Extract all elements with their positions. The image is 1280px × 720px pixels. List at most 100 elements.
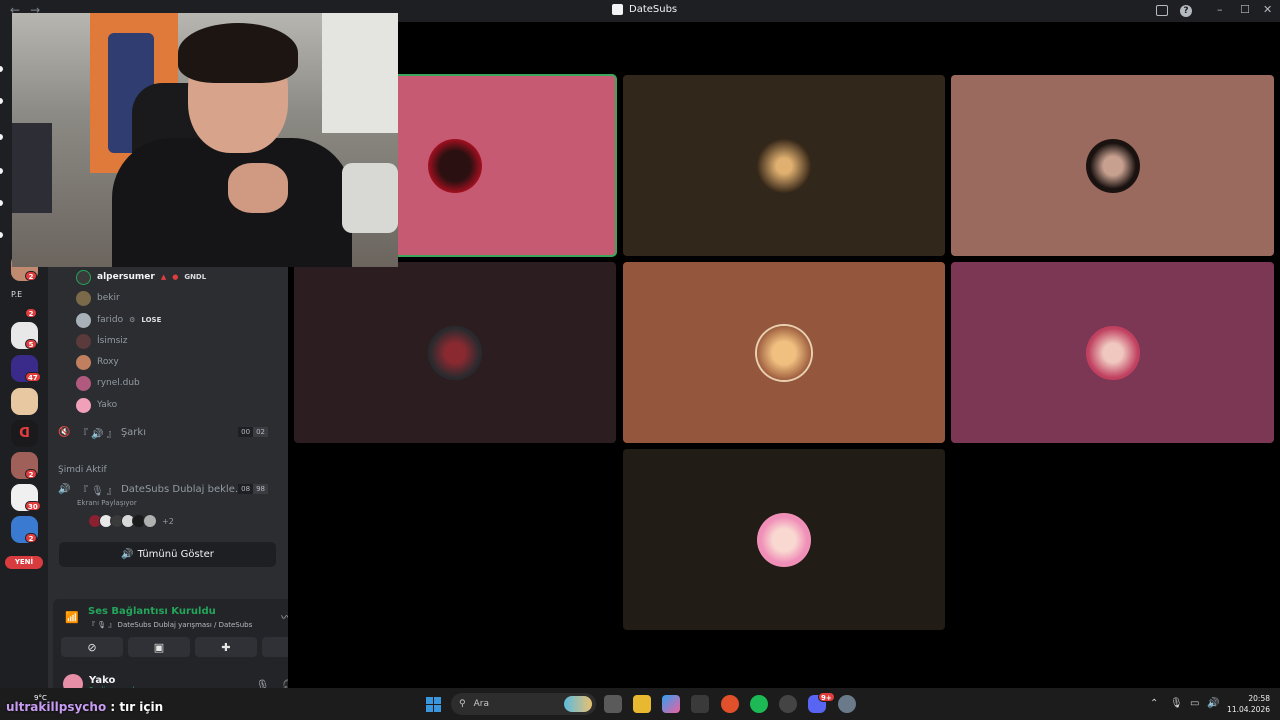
tray-volume-icon[interactable]: 🔊 [1207, 698, 1219, 709]
member-name: Yako [97, 400, 118, 410]
speaker-muted-icon: 🔇 [58, 427, 71, 438]
start-button[interactable] [426, 697, 441, 712]
app-logo-icon [612, 4, 623, 15]
voice-member[interactable]: Yako [76, 396, 117, 414]
tray-network-icon[interactable]: ▭ [1190, 698, 1199, 709]
avatar [76, 397, 91, 413]
member-name: İsimsiz [97, 336, 128, 346]
task-view-icon[interactable] [604, 695, 622, 713]
server-label-pe[interactable]: P.E [11, 290, 22, 299]
avatar [428, 325, 482, 380]
search-icon: ⚲ [459, 699, 466, 709]
server-indicator [0, 134, 3, 140]
server-indicator [0, 232, 3, 238]
voice-member[interactable]: bekir [76, 289, 120, 307]
clock-date: 11.04.2026 [1227, 705, 1270, 714]
server-badge: 2 [25, 271, 37, 281]
settings-icon[interactable] [838, 695, 856, 713]
server-badge: 5 [25, 339, 37, 349]
tray-chevron-icon[interactable]: ⌃ [1150, 698, 1158, 709]
count-limit: 02 [253, 427, 268, 437]
voice-status-title[interactable]: Ses Bağlantısı Kuruldu [88, 606, 216, 617]
server-icon[interactable]: ᗡ [11, 420, 38, 447]
avatar [76, 375, 91, 391]
taskbar-clock[interactable]: 20:58 11.04.2026 [1222, 693, 1270, 715]
server-indicator [0, 168, 3, 174]
streamer-webcam [12, 13, 398, 267]
minimize-button[interactable]: – [1217, 3, 1223, 16]
user-count: 00 02 [238, 427, 268, 437]
avatar [143, 514, 157, 528]
webcam-bag [342, 163, 398, 233]
server-badge: 2 [25, 308, 37, 318]
server-icon[interactable] [11, 388, 38, 415]
spotify-icon[interactable] [750, 695, 768, 713]
camera-off-icon: ⊘ [87, 640, 97, 654]
close-button[interactable]: ✕ [1263, 3, 1272, 16]
copilot-icon[interactable] [662, 695, 680, 713]
count-current: 08 [238, 484, 254, 494]
show-all-label: Tümünü Göster [137, 549, 214, 560]
server-badge: 2 [25, 469, 37, 479]
stream-chat-message: ultrakillpsycho : tır için [6, 700, 163, 714]
video-tile[interactable] [623, 75, 945, 256]
chat-separator: : [106, 700, 120, 714]
voice-member[interactable]: İsimsiz [76, 332, 128, 350]
avatar [76, 333, 91, 349]
activities-icon: ✚ [221, 640, 231, 654]
voice-member[interactable]: farido ⚙ LOSE [76, 311, 161, 329]
chat-text: tır için [119, 700, 164, 714]
app-title: DateSubs [612, 4, 677, 15]
member-name: alpersumer [97, 272, 155, 282]
screen-share-avatars[interactable]: +2 [88, 514, 174, 528]
server-badge: 30 [25, 501, 41, 511]
screen-share-icon: ▣ [153, 640, 165, 654]
signal-icon: 📶 [65, 611, 79, 624]
voice-channel-path[interactable]: 『 🎙 』 DateSubs Dublaj yarışması / DateSu… [88, 620, 252, 630]
window-title: DateSubs [629, 4, 678, 15]
search-highlight-icon [564, 696, 592, 712]
camera-off-button[interactable]: ⊘ [61, 637, 123, 657]
video-tile[interactable] [951, 75, 1274, 256]
discord-badge: 9+ [818, 692, 835, 702]
avatar [1085, 138, 1140, 193]
show-all-button[interactable]: 🔊 Tümünü Göster [59, 542, 276, 567]
voice-channel-sarki[interactable]: 🔇 『 🔊 』 Şarkı 00 02 [58, 423, 278, 441]
video-tile[interactable] [294, 262, 616, 443]
activities-button[interactable]: ✚ [195, 637, 257, 657]
new-badge[interactable]: YENİ [5, 556, 43, 569]
inbox-icon[interactable] [1156, 5, 1168, 16]
firefox-icon[interactable] [721, 695, 739, 713]
section-header-now-active: Şimdi Aktif [58, 465, 107, 475]
screen-share-more: +2 [162, 516, 174, 526]
speaker-icon: 🔊 [121, 549, 134, 560]
member-name: bekir [97, 293, 120, 303]
help-icon[interactable]: ? [1180, 5, 1192, 17]
voice-member[interactable]: alpersumer ▲ ● GNDL [76, 268, 206, 286]
screen-share-button[interactable]: ▣ [128, 637, 190, 657]
server-indicator [0, 200, 3, 206]
voice-channel-active[interactable]: 🔊 『 🎙 』 DateSubs Dublaj bekle... 08 98 [58, 480, 278, 498]
voice-member[interactable]: rynel.dub [76, 374, 140, 392]
voice-member[interactable]: Roxy [76, 353, 119, 371]
server-badge: 47 [25, 372, 41, 382]
video-tile[interactable] [623, 449, 945, 630]
maximize-button[interactable]: ☐ [1240, 3, 1250, 16]
tray-mic-icon[interactable]: 🎙 [1170, 698, 1183, 709]
search-placeholder: Ara [473, 699, 489, 709]
taskbar-search[interactable]: ⚲ Ara [451, 693, 596, 715]
avatar [76, 312, 91, 328]
current-user-name: Yako [89, 674, 116, 686]
app-icon[interactable] [779, 695, 797, 713]
avatar [757, 325, 811, 380]
webcam-person-hand [228, 163, 288, 213]
video-tile[interactable] [623, 262, 945, 443]
video-tile[interactable] [951, 262, 1274, 443]
store-icon[interactable] [691, 695, 709, 713]
member-name: rynel.dub [97, 378, 140, 388]
chat-username: ultrakillpsycho [6, 700, 107, 714]
video-stage [288, 22, 1280, 688]
file-explorer-icon[interactable] [633, 695, 651, 713]
avatar [76, 290, 91, 306]
voice-actions: ⊘ ▣ ✚ ♫ [61, 637, 324, 657]
